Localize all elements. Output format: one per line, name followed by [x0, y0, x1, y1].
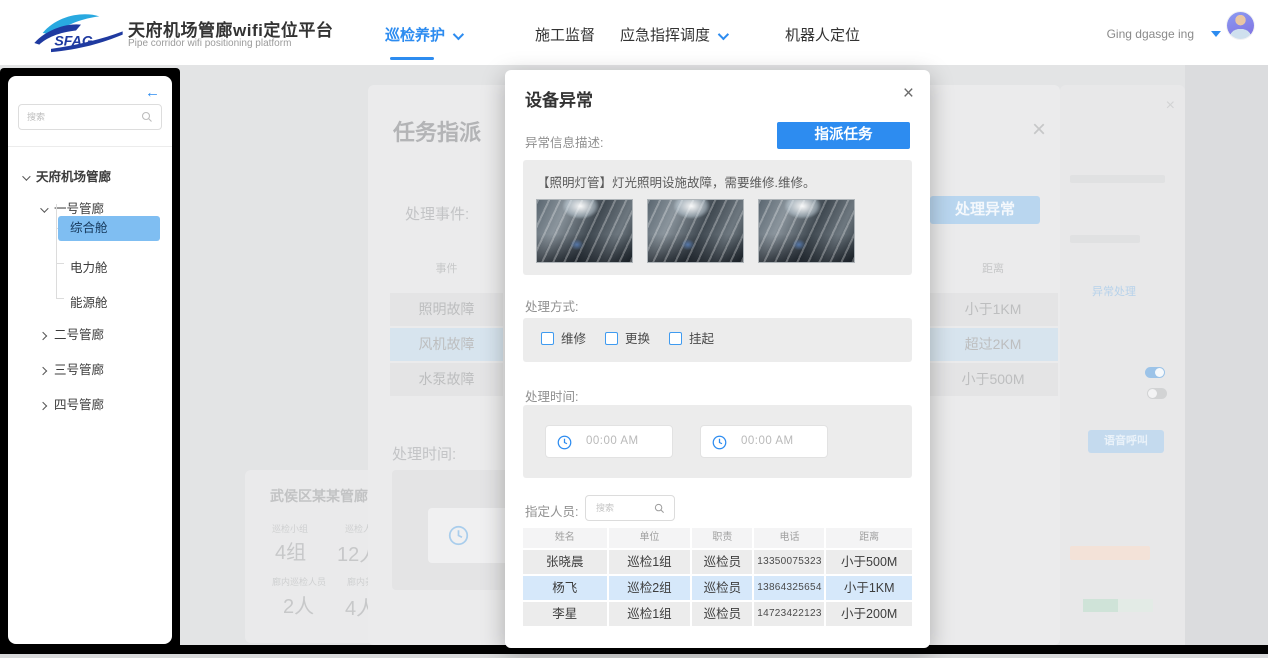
- background-event-rows: 照明故障 风机故障 水泵故障: [390, 293, 503, 398]
- method-label: 处理方式:: [525, 296, 578, 315]
- checkbox-repair[interactable]: 维修: [541, 331, 586, 347]
- active-nav-underline: [390, 57, 434, 60]
- assignee-table: 姓名 单位 职责 电话 距离 张晓晨 巡检1组 巡检员 13350075323 …: [523, 528, 912, 626]
- map-strip: [1185, 65, 1268, 645]
- stat-value: 4组: [275, 536, 306, 565]
- background-distance-rows: 小于1KM 超过2KM 小于500M: [928, 293, 1058, 398]
- chevron-down-icon: [718, 29, 729, 40]
- user-caret-icon[interactable]: [1211, 31, 1221, 37]
- exception-handle-link: 异常处理: [1092, 283, 1136, 299]
- sidebar-search-input[interactable]: [27, 105, 137, 129]
- user-menu[interactable]: Ging dgasge ing: [1107, 27, 1194, 41]
- time-label: 处理时间:: [525, 386, 578, 405]
- tree-cabin-comprehensive-selected[interactable]: 综合舱: [58, 216, 160, 241]
- chevron-down-icon: [22, 172, 30, 180]
- background-green-bar: [1118, 599, 1153, 612]
- search-icon: [654, 503, 665, 514]
- assignee-search-input[interactable]: [596, 496, 654, 520]
- chevron-right-icon: [39, 402, 47, 410]
- modal-title: 设备异常: [525, 86, 593, 111]
- voice-call-button: 语音呼叫: [1088, 430, 1164, 453]
- chevron-down-icon: [453, 29, 464, 40]
- clock-icon: [712, 435, 727, 450]
- assign-task-button[interactable]: 指派任务: [777, 122, 910, 149]
- bottom-gray-strip: [0, 654, 1268, 658]
- tree-corridor-2[interactable]: 二号管廊: [40, 324, 104, 343]
- method-box: 维修 更换 挂起: [523, 318, 912, 362]
- app-screen: SFAG 天府机场管廊wifi定位平台 Pipe corridor wifi p…: [0, 0, 1268, 658]
- checkbox-suspend[interactable]: 挂起: [669, 331, 714, 347]
- background-green-bar: [1083, 599, 1118, 612]
- close-icon: ×: [1166, 97, 1175, 115]
- table-row[interactable]: 李星 巡检1组 巡检员 14723422123 小于200M: [523, 602, 912, 626]
- chevron-right-icon: [39, 367, 47, 375]
- table-header-row: 姓名 单位 职责 电话 距离: [523, 528, 912, 548]
- table-row[interactable]: 张晓晨 巡检1组 巡检员 13350075323 小于500M: [523, 550, 912, 574]
- exception-description: 【照明灯管】灯光照明设施故障，需要维修.维修。: [537, 172, 815, 191]
- sidebar-search-box[interactable]: [18, 104, 162, 130]
- end-time-input[interactable]: 00:00 AM: [700, 425, 828, 458]
- event-label: 处理事件:: [405, 203, 469, 224]
- sidebar: ← 天府机场管廊 一号管廊 综合舱 电力舱 能源舱 二号管廊: [8, 76, 172, 644]
- collapse-arrow-icon[interactable]: ←: [145, 84, 160, 101]
- table-row-selected[interactable]: 杨飞 巡检2组 巡检员 13864325654 小于1KM: [523, 576, 912, 600]
- tree-corridor-3[interactable]: 三号管廊: [40, 359, 104, 378]
- clock-icon: [557, 435, 572, 450]
- stat-value: 2人: [283, 590, 314, 619]
- platform-subtitle: Pipe corridor wifi positioning platform: [128, 38, 291, 49]
- nav-inspection-maintenance[interactable]: 巡检养护: [385, 24, 461, 45]
- time-box: 00:00 AM 00:00 AM: [523, 405, 912, 478]
- nav-robot-positioning[interactable]: 机器人定位: [785, 24, 860, 45]
- toggle-on: [1145, 367, 1165, 378]
- description-box: 【照明灯管】灯光照明设施故障，需要维修.维修。: [523, 160, 912, 275]
- corridor-photo[interactable]: [536, 199, 633, 263]
- chevron-right-icon: [39, 332, 47, 340]
- tree-cabin-energy[interactable]: 能源舱: [70, 292, 108, 311]
- checkbox-icon: [541, 332, 554, 345]
- corridor-photo[interactable]: [758, 199, 855, 263]
- close-icon[interactable]: ×: [903, 84, 914, 103]
- checkbox-replace[interactable]: 更换: [605, 331, 650, 347]
- tree-corridor-4[interactable]: 四号管廊: [40, 394, 104, 413]
- assignee-label: 指定人员:: [525, 501, 578, 520]
- company-logo-icon[interactable]: SFAG: [26, 8, 126, 58]
- assignee-search-box[interactable]: [585, 495, 675, 521]
- sidebar-highlight-frame: ← 天府机场管廊 一号管廊 综合舱 电力舱 能源舱 二号管廊: [0, 68, 180, 654]
- start-time-input[interactable]: 00:00 AM: [545, 425, 673, 458]
- background-deep-panel: × 异常处理 语音呼叫: [1060, 85, 1185, 645]
- close-icon: ×: [1032, 118, 1046, 142]
- device-exception-modal: 设备异常 × 异常信息描述: 指派任务 【照明灯管】灯光照明设施故障，需要维修.…: [505, 70, 930, 648]
- tree-root-airport-corridor[interactable]: 天府机场管廊: [22, 166, 111, 185]
- checkbox-icon: [669, 332, 682, 345]
- nav-construction-supervision[interactable]: 施工监督: [535, 24, 595, 45]
- user-avatar[interactable]: [1227, 12, 1254, 39]
- checkbox-icon: [605, 332, 618, 345]
- background-orange-bar: [1070, 546, 1150, 560]
- tree-cabin-power[interactable]: 电力舱: [70, 257, 108, 276]
- background-panel-title: 任务指派: [393, 115, 481, 147]
- stats-card-title: 武侯区某某管廊机: [270, 486, 382, 506]
- chevron-down-icon: [40, 204, 48, 212]
- top-header: SFAG 天府机场管廊wifi定位平台 Pipe corridor wifi p…: [0, 0, 1268, 65]
- search-icon: [141, 111, 153, 123]
- background-time-label: 处理时间:: [392, 443, 456, 464]
- description-label: 异常信息描述:: [525, 132, 603, 151]
- handle-exception-button: 处理异常: [930, 196, 1040, 224]
- clock-icon: [448, 525, 469, 546]
- nav-emergency-dispatch[interactable]: 应急指挥调度: [620, 24, 726, 45]
- toggle-off: [1147, 388, 1167, 399]
- tree-corridor-1[interactable]: 一号管廊: [40, 198, 104, 217]
- corridor-photo[interactable]: [647, 199, 744, 263]
